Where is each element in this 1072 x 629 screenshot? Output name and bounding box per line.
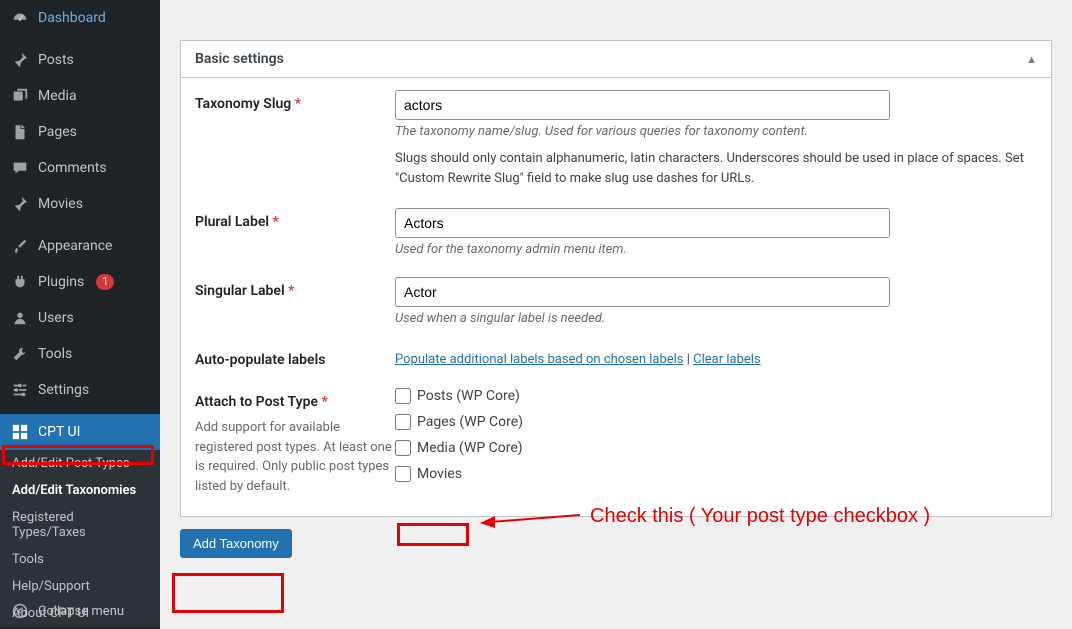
basic-settings-panel: Basic settings ▲ Taxonomy Slug * The tax… [180, 40, 1052, 517]
add-taxonomy-button[interactable]: Add Taxonomy [180, 529, 292, 558]
comment-icon [10, 158, 30, 178]
panel-title: Basic settings [195, 51, 284, 67]
sidebar-item-settings[interactable]: Settings [0, 372, 160, 408]
sidebar-item-pages[interactable]: Pages [0, 114, 160, 150]
label: Movies [38, 196, 83, 212]
submenu-registered[interactable]: Registered Types/Taxes [0, 504, 160, 546]
brush-icon [10, 236, 30, 256]
required-asterisk: * [295, 96, 301, 112]
checkbox-label: Media (WP Core) [417, 440, 523, 456]
slug-note: Slugs should only contain alphanumeric, … [395, 149, 1035, 188]
sidebar-item-plugins[interactable]: Plugins 1 [0, 264, 160, 300]
label: Media [38, 88, 77, 104]
sidebar-item-movies[interactable]: Movies [0, 186, 160, 222]
label: Appearance [38, 238, 112, 254]
label: Singular Label * [195, 277, 395, 299]
label: Users [38, 310, 74, 326]
row-singular-label: Singular Label * Used when a singular la… [195, 277, 1037, 326]
checkbox-pages: Pages (WP Core) [395, 414, 1037, 430]
required-asterisk: * [321, 394, 327, 410]
collapse-icon [10, 601, 30, 621]
content-area: Basic settings ▲ Taxonomy Slug * The tax… [160, 0, 1072, 629]
label: Tools [38, 346, 72, 362]
checkbox-pages-input[interactable] [395, 414, 411, 430]
pin-icon [10, 194, 30, 214]
label: Posts [38, 52, 74, 68]
admin-sidebar: Dashboard Posts Media Pages Comments Mov… [0, 0, 160, 629]
checkbox-label: Pages (WP Core) [417, 414, 523, 430]
page-icon [10, 122, 30, 142]
row-plural-label: Plural Label * Used for the taxonomy adm… [195, 208, 1037, 257]
checkbox-posts-input[interactable] [395, 388, 411, 404]
media-icon [10, 86, 30, 106]
required-asterisk: * [288, 283, 294, 299]
slug-hint: The taxonomy name/slug. Used for various… [395, 124, 1037, 139]
dashboard-icon [10, 8, 30, 28]
submenu-add-taxonomies[interactable]: Add/Edit Taxonomies [0, 477, 160, 504]
checkbox-movies: Movies [395, 466, 1037, 482]
panel-header[interactable]: Basic settings ▲ [181, 41, 1051, 78]
annotation-text: Check this ( Your post type checkbox ) [590, 505, 930, 528]
sidebar-item-posts[interactable]: Posts [0, 42, 160, 78]
sidebar-item-tools[interactable]: Tools [0, 336, 160, 372]
sliders-icon [10, 380, 30, 400]
sidebar-item-dashboard[interactable]: Dashboard [0, 0, 160, 36]
cptui-icon [10, 422, 30, 442]
row-taxonomy-slug: Taxonomy Slug * The taxonomy name/slug. … [195, 90, 1037, 188]
submenu-add-post-types[interactable]: Add/Edit Post Types [0, 450, 160, 477]
pin-icon [10, 50, 30, 70]
checkbox-label: Posts (WP Core) [417, 388, 520, 404]
user-icon [10, 308, 30, 328]
taxonomy-slug-input[interactable] [395, 90, 890, 120]
checkbox-label: Movies [417, 466, 462, 482]
sidebar-item-cptui[interactable]: CPT UI [0, 414, 160, 450]
label: Plugins [38, 274, 84, 290]
collapse-menu[interactable]: Collapse menu [0, 593, 160, 629]
label: Dashboard [38, 10, 106, 26]
collapse-label: Collapse menu [38, 604, 124, 619]
singular-label-input[interactable] [395, 277, 890, 307]
plural-label-input[interactable] [395, 208, 890, 238]
toggle-icon: ▲ [1026, 53, 1037, 66]
plural-hint: Used for the taxonomy admin menu item. [395, 242, 1037, 257]
submenu-tools[interactable]: Tools [0, 546, 160, 573]
sidebar-item-media[interactable]: Media [0, 78, 160, 114]
attach-desc: Add support for available registered pos… [195, 418, 395, 496]
label: CPT UI [38, 424, 80, 440]
checkbox-media: Media (WP Core) [395, 440, 1037, 456]
label: Settings [38, 382, 89, 398]
annotation-arrow-icon [475, 500, 585, 530]
sidebar-item-appearance[interactable]: Appearance [0, 228, 160, 264]
required-asterisk: * [273, 214, 279, 230]
label: Plural Label * [195, 208, 395, 230]
sidebar-item-users[interactable]: Users [0, 300, 160, 336]
plugin-icon [10, 272, 30, 292]
clear-labels-link[interactable]: Clear labels [693, 352, 761, 367]
label: Auto-populate labels [195, 346, 395, 368]
sidebar-item-comments[interactable]: Comments [0, 150, 160, 186]
checkbox-media-input[interactable] [395, 440, 411, 456]
label: Pages [38, 124, 77, 140]
plugins-badge: 1 [96, 274, 114, 290]
row-attach-post-type: Attach to Post Type * Add support for av… [195, 388, 1037, 496]
checkbox-movies-input[interactable] [395, 466, 411, 482]
row-auto-populate: Auto-populate labels Populate additional… [195, 346, 1037, 368]
populate-labels-link[interactable]: Populate additional labels based on chos… [395, 352, 684, 367]
singular-hint: Used when a singular label is needed. [395, 311, 1037, 326]
panel-body: Taxonomy Slug * The taxonomy name/slug. … [181, 78, 1051, 516]
label: Comments [38, 160, 107, 176]
checkbox-posts: Posts (WP Core) [395, 388, 1037, 404]
wrench-icon [10, 344, 30, 364]
label: Attach to Post Type * Add support for av… [195, 388, 395, 496]
label: Taxonomy Slug * [195, 90, 395, 112]
